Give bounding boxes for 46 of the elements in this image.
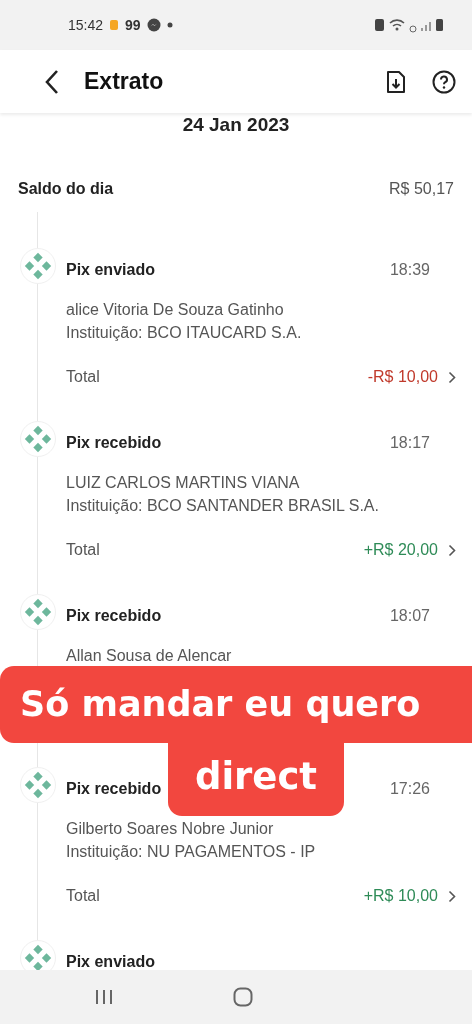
chevron-icon[interactable]	[448, 543, 456, 557]
transaction-time: 18:39	[389, 260, 430, 279]
caption-text: Só mandar eu quero	[0, 666, 472, 743]
institution-text: Instituição: BCO ITAUCARD S.A.	[66, 323, 303, 343]
transaction-title: Pix enviado	[66, 259, 155, 280]
balance-label: Saldo do dia	[18, 179, 114, 199]
status-time: 15:42	[68, 17, 104, 33]
payer-name: alice Vitoria De Souza Gatinho	[66, 300, 285, 320]
messenger-icon	[146, 18, 161, 32]
total-label: Total	[66, 886, 100, 906]
dot-icon	[166, 22, 173, 28]
amount-text: +R$ 20,00	[363, 540, 438, 560]
chevron-icon[interactable]	[448, 370, 456, 384]
payer-name: Gilberto Soares Nobre Junior	[66, 819, 275, 839]
pix-icon	[20, 767, 56, 803]
transaction-time: 17:26	[389, 779, 430, 798]
balance-value: R$ 50,17	[389, 179, 454, 199]
pix-icon	[20, 421, 56, 457]
chevron-icon[interactable]	[448, 889, 456, 903]
transaction-title: Pix enviado	[66, 951, 155, 972]
institution-text: Instituição: BCO SANTANDER BRASIL S.A.	[66, 496, 380, 516]
amount-text: +R$ 10,00	[363, 886, 438, 906]
transaction-title: Pix recebido	[66, 778, 162, 799]
transaction-title: Pix recebido	[66, 432, 162, 453]
pix-icon	[20, 248, 56, 284]
notification-count: 99	[125, 17, 141, 33]
transaction-title: Pix recebido	[66, 605, 162, 626]
transaction-time: 18:07	[389, 606, 430, 625]
pix-icon	[20, 594, 56, 630]
date-heading: 24 Jan 2023	[181, 113, 291, 137]
app-notification-icon	[109, 19, 120, 31]
back-button[interactable]	[44, 68, 60, 95]
status-icons-drawing	[374, 17, 446, 33]
download-button[interactable]	[386, 69, 406, 94]
payer-name: Allan Sousa de Alencar	[66, 646, 233, 666]
recent-apps-icon[interactable]	[95, 989, 113, 1005]
transaction-time: 18:17	[389, 433, 430, 452]
caption-text: direct	[168, 743, 344, 816]
payer-name: LUIZ CARLOS MARTINS VIANA	[66, 473, 301, 493]
amount-text: -R$ 10,00	[367, 367, 438, 387]
total-label: Total	[66, 540, 100, 560]
page-title: Extrato	[84, 68, 165, 95]
total-label: Total	[66, 367, 100, 387]
home-icon[interactable]	[233, 987, 253, 1007]
help-button[interactable]	[432, 69, 456, 94]
institution-text: Instituição: NU PAGAMENTOS - IP	[66, 842, 317, 862]
